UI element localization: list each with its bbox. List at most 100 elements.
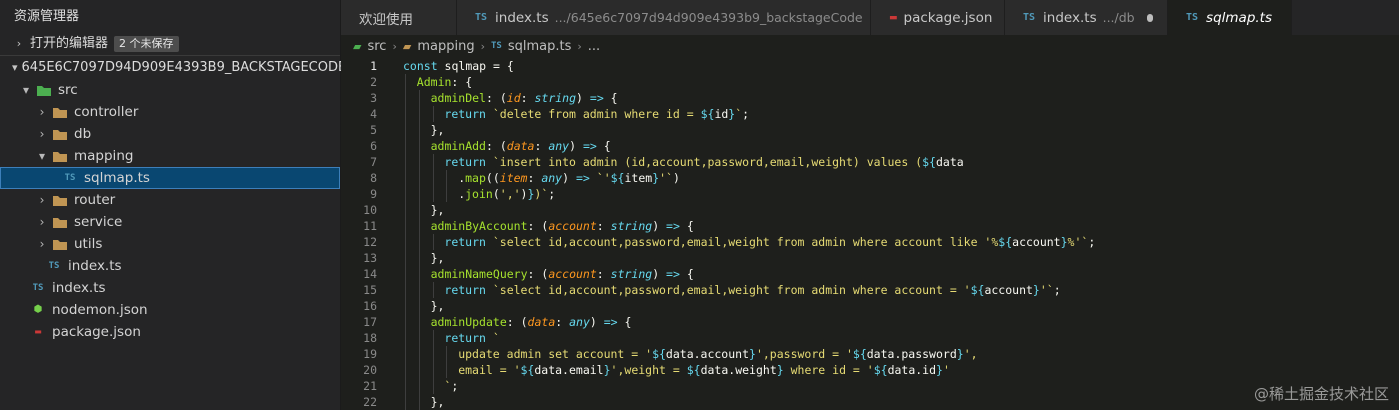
line-number: 22	[363, 395, 377, 409]
tree-item-controller[interactable]: › controller	[0, 101, 340, 123]
tab-package-json[interactable]: ▬ package.json	[871, 0, 1005, 35]
tree-item-mapping[interactable]: ▾ mapping	[0, 145, 340, 167]
indent-guide	[418, 266, 420, 282]
tab-label: index.ts	[495, 9, 549, 26]
tab-index-ts[interactable]: TS index.ts .../645e6c7097d94d909e4393b9_b…	[457, 0, 871, 35]
tab-label: 欢迎使用	[359, 11, 413, 28]
indent-guide	[405, 170, 406, 186]
indent-guide	[405, 298, 406, 314]
chevron-down-icon: ▾	[22, 83, 30, 97]
tab-index-ts[interactable]: TS index.ts .../db	[1005, 0, 1168, 35]
code-line: 18 return `	[341, 330, 1399, 346]
code-text: return `select id,account,password,email…	[444, 283, 1061, 297]
typescript-file-icon: TS	[1023, 12, 1036, 23]
code-line: 19 update admin set account = '${data.acc…	[341, 346, 1399, 362]
breadcrumb-item-more[interactable]: ...	[588, 39, 600, 54]
indent-guide	[405, 394, 406, 410]
open-editors-section[interactable]: › 打开的编辑器 2 个未保存	[0, 33, 340, 55]
typescript-file-icon: TS	[490, 41, 502, 51]
breadcrumb-item-mapping[interactable]: mapping	[417, 39, 474, 54]
project-section[interactable]: ▾ 645E6C7097D94D909E4393B9_BACKSTAGECODE	[0, 57, 346, 79]
indent-guide	[405, 74, 406, 90]
typescript-file-icon: TS	[48, 261, 60, 271]
line-number: 21	[363, 379, 377, 393]
tree-item-index-ts[interactable]: TS index.ts	[0, 277, 340, 299]
tree-item-index-ts[interactable]: TS index.ts	[0, 255, 340, 277]
tree-item-package-json[interactable]: ▬ package.json	[0, 321, 340, 343]
indent-guide	[405, 250, 406, 266]
typescript-file-icon: TS	[64, 173, 76, 183]
editor-tabs: 欢迎使用 TS index.ts .../645e6c7097d94d909e4393…	[341, 0, 1399, 35]
code-line: 4 return `delete from admin where id = ${…	[341, 106, 1399, 122]
line-number: 11	[363, 219, 377, 233]
code-text: .map((item: any) => `'${item}'`)	[458, 171, 680, 185]
indent-guide	[418, 154, 420, 170]
indent-guide	[432, 154, 434, 170]
line-number: 8	[370, 171, 377, 185]
indent-guide	[418, 330, 420, 346]
breadcrumb-item-src[interactable]: src	[367, 39, 386, 54]
tab-欢迎使用[interactable]: 欢迎使用	[341, 0, 457, 35]
line-number: 1	[370, 59, 377, 73]
indent-guide	[405, 186, 406, 202]
tree-item-label: index.ts	[52, 280, 106, 296]
explorer-title: 资源管理器	[14, 9, 80, 24]
tree-item-label: src	[58, 82, 78, 98]
code-line: 21 `;	[341, 378, 1399, 394]
tree-item-router[interactable]: › router	[0, 189, 340, 211]
line-number: 9	[370, 187, 377, 201]
line-number: 2	[370, 75, 377, 89]
tree-item-nodemon-json[interactable]: ⬢ nodemon.json	[0, 299, 340, 321]
chevron-right-icon: ›	[39, 193, 45, 207]
tree-item-label: controller	[74, 104, 139, 120]
line-number: 4	[370, 107, 377, 121]
line-number: 7	[370, 155, 377, 169]
indent-guide	[418, 362, 420, 378]
line-number: 5	[370, 123, 377, 137]
typescript-file-icon: TS	[1186, 12, 1199, 23]
project-name: 645E6C7097D94D909E4393B9_BACKSTAGECODE	[21, 60, 347, 75]
tree-item-label: router	[74, 192, 116, 208]
tree-item-utils[interactable]: › utils	[0, 233, 340, 255]
tab-label: index.ts	[1043, 9, 1097, 26]
tree-item-sqlmap-ts[interactable]: TS sqlmap.ts	[0, 167, 340, 189]
line-number: 10	[363, 203, 377, 217]
tab-label: package.json	[903, 9, 993, 26]
tree-item-db[interactable]: › db	[0, 123, 340, 145]
indent-guide	[405, 378, 406, 394]
indent-guide	[418, 298, 420, 314]
chevron-right-icon: ›	[16, 37, 22, 50]
indent-guide	[432, 106, 434, 122]
tree-item-service[interactable]: › service	[0, 211, 340, 233]
chevron-down-icon: ▾	[38, 149, 46, 163]
npm-file-icon: ▬	[889, 12, 898, 23]
tree-item-src[interactable]: ▾ src	[0, 79, 340, 101]
code-text: const sqlmap = {	[403, 59, 514, 73]
code-text: },	[430, 251, 445, 265]
indent-guide	[418, 138, 420, 154]
indent-guide	[418, 186, 420, 202]
npm-file-icon: ▬	[34, 327, 42, 336]
code-line: 8 .map((item: any) => `'${item}'`)	[341, 170, 1399, 186]
code-text: return `	[444, 331, 500, 345]
code-text: adminByAccount: (account: string) => {	[430, 219, 694, 233]
tree-item-label: nodemon.json	[52, 302, 148, 318]
unsaved-dot-icon[interactable]	[1146, 13, 1153, 22]
code-text: },	[430, 299, 445, 313]
indent-guide	[405, 362, 406, 378]
indent-guide	[405, 266, 406, 282]
line-number: 6	[370, 139, 377, 153]
chevron-down-icon: ▾	[12, 61, 18, 74]
breadcrumb-item-file[interactable]: sqlmap.ts	[508, 39, 572, 54]
db-folder-icon	[52, 127, 68, 141]
indent-guide	[418, 314, 420, 330]
code-text: update admin set account = '${data.accou…	[458, 347, 978, 361]
indent-guide	[432, 282, 434, 298]
unsaved-badge: 2 个未保存	[114, 36, 179, 52]
code-editor[interactable]: 1 const sqlmap = {2 Admin: {3 adminDel: (id…	[341, 57, 1399, 410]
indent-guide	[405, 218, 406, 234]
controller-folder-icon	[52, 105, 68, 119]
indent-guide	[405, 90, 406, 106]
chevron-right-icon: ›	[392, 39, 397, 53]
tab-sqlmap-ts[interactable]: TS sqlmap.ts	[1168, 0, 1292, 35]
